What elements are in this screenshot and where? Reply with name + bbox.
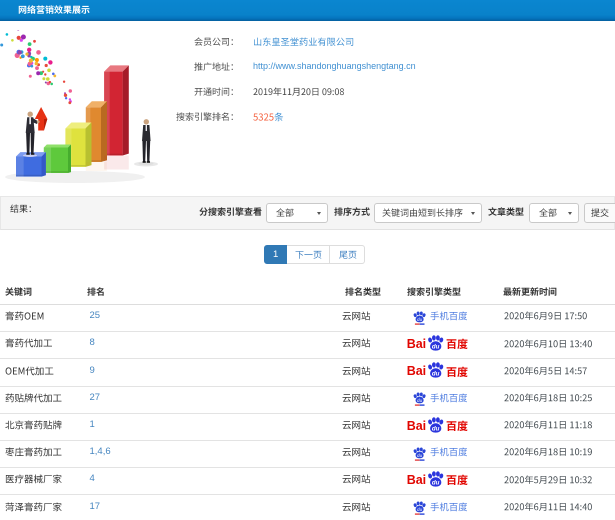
svg-text:du: du — [417, 398, 423, 403]
svg-text:du: du — [432, 371, 440, 378]
svg-text:du: du — [417, 507, 423, 512]
svg-text:du: du — [417, 317, 423, 322]
svg-text:du: du — [432, 344, 440, 351]
svg-text:du: du — [432, 480, 440, 487]
svg-text:du: du — [417, 453, 423, 458]
svg-text:du: du — [432, 425, 440, 432]
